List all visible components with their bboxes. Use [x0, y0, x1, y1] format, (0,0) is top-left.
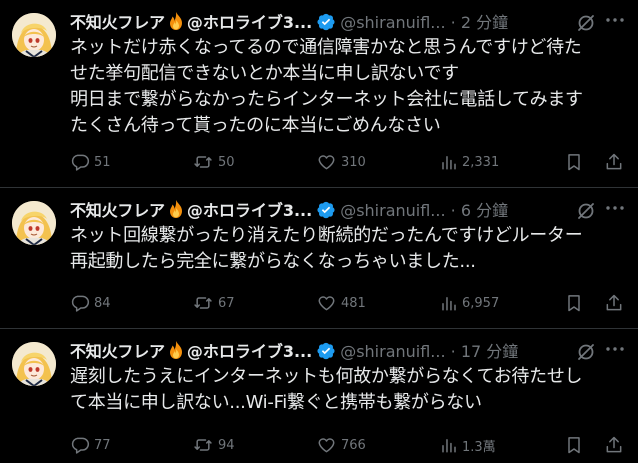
repost-button[interactable]: 94: [192, 433, 235, 457]
tweet-header: 不知火フレア @ホロライブ3... @shiranuifl... · 17 分鐘: [70, 340, 518, 362]
views-icon: [442, 439, 456, 453]
avatar[interactable]: [12, 13, 56, 57]
view-count: 6,957: [462, 295, 500, 311]
more-icon[interactable]: [602, 338, 632, 360]
reply-count: 84: [94, 295, 111, 311]
tweet-header: 不知火フレア @ホロライブ3... @shiranuifl... · 6 分鐘: [70, 199, 508, 221]
repost-count: 67: [218, 295, 235, 311]
tweet-text-line: 再起動したら完全に繋がらなくなっちゃいました...: [70, 251, 476, 272]
views-button[interactable]: 6,957: [440, 291, 499, 315]
timestamp[interactable]: · 17 分鐘: [451, 342, 519, 361]
share-button[interactable]: [604, 433, 624, 457]
username[interactable]: @shiranuifl...: [340, 342, 445, 361]
like-count: 766: [341, 437, 366, 453]
tweet-text-line: せた挙句配信できないとか本当に申し訳ないです: [70, 63, 459, 84]
tweet-text-line: て本当に申し訳ない...Wi-Fi繋ぐと携帯も繋がらない: [70, 392, 482, 413]
views-icon: [442, 156, 456, 170]
reply-icon: [71, 154, 90, 171]
like-icon: [318, 296, 335, 311]
repost-count: 94: [218, 437, 235, 453]
tweet-text: ネットだけ赤くなってるので通信障害かなと思うんですけど待た せた挙句配信できないと…: [70, 35, 632, 139]
repost-icon: [194, 297, 212, 309]
reply-button[interactable]: 84: [70, 291, 111, 315]
tweet-actions: 51 50 310 2,331: [70, 150, 626, 174]
more-icon[interactable]: [602, 9, 632, 31]
tweet-header: 不知火フレア @ホロライブ3... @shiranuifl... · 2 分鐘: [70, 11, 508, 33]
tweet-1[interactable]: 不知火フレア @ホロライブ3... @shiranuifl... · 2 分鐘 ネッ…: [0, 0, 638, 187]
fire-emoji: [166, 11, 186, 37]
tweet-text: ネット回線繋がったり消えたり断続的だったんですけどルーター 再起動したら完全に繋が…: [70, 223, 632, 275]
share-icon: [606, 294, 622, 311]
timestamp[interactable]: · 6 分鐘: [451, 201, 508, 220]
repost-count: 50: [218, 154, 235, 170]
display-name[interactable]: 不知火フレア: [70, 13, 165, 32]
reply-button[interactable]: 51: [70, 150, 111, 174]
share-button[interactable]: [604, 291, 624, 315]
display-name-suffix[interactable]: @ホロライブ3...: [187, 342, 312, 361]
tweet-actions: 77 94 766 1.3萬: [70, 433, 626, 457]
tweet-actions: 84 67 481 6,957: [70, 291, 626, 315]
grok-icon[interactable]: [576, 201, 596, 225]
more-icon[interactable]: [602, 197, 632, 219]
bookmark-icon: [568, 295, 580, 312]
like-count: 310: [341, 154, 366, 170]
like-count: 481: [341, 295, 366, 311]
avatar[interactable]: [12, 342, 56, 386]
repost-button[interactable]: 50: [192, 150, 235, 174]
views-button[interactable]: 1.3萬: [440, 433, 496, 457]
repost-icon: [194, 156, 212, 168]
like-icon: [318, 438, 335, 453]
view-count: 1.3萬: [462, 439, 496, 455]
tweet-text-line: 明日まで繋がらなかったらインターネット会社に電話してみます: [70, 89, 583, 110]
grok-icon[interactable]: [576, 13, 596, 37]
reply-count: 51: [94, 154, 111, 170]
display-name-suffix[interactable]: @ホロライブ3...: [187, 13, 312, 32]
fire-emoji: [166, 199, 186, 225]
tweet-text: 遅刻したうえにインターネットも何故か繋がらなくてお待たせし て本当に申し訳ない..…: [70, 364, 632, 416]
bookmark-button[interactable]: [564, 150, 584, 174]
like-button[interactable]: 310: [316, 150, 366, 174]
view-count: 2,331: [462, 154, 500, 170]
views-icon: [442, 297, 456, 311]
bookmark-button[interactable]: [564, 433, 584, 457]
bookmark-button[interactable]: [564, 291, 584, 315]
display-name[interactable]: 不知火フレア: [70, 342, 165, 361]
share-icon: [606, 153, 622, 170]
repost-icon: [194, 439, 212, 451]
like-button[interactable]: 481: [316, 291, 366, 315]
bookmark-icon: [568, 154, 580, 171]
fire-emoji: [166, 340, 186, 366]
avatar[interactable]: [12, 201, 56, 245]
tweet-text-line: ネット回線繋がったり消えたり断続的だったんですけどルーター: [70, 225, 583, 246]
username[interactable]: @shiranuifl...: [340, 201, 445, 220]
share-icon: [606, 436, 622, 453]
timestamp[interactable]: · 2 分鐘: [451, 13, 508, 32]
tweet-text-line: 遅刻したうえにインターネットも何故か繋がらなくてお待たせし: [70, 366, 583, 387]
tweet-2[interactable]: 不知火フレア @ホロライブ3... @shiranuifl... · 6 分鐘 ネッ…: [0, 188, 638, 328]
tweet-text-line: ネットだけ赤くなってるので通信障害かなと思うんですけど待た: [70, 37, 582, 58]
like-button[interactable]: 766: [316, 433, 366, 457]
reply-count: 77: [94, 437, 111, 453]
timeline: 不知火フレア @ホロライブ3... @shiranuifl... · 2 分鐘 ネッ…: [0, 0, 638, 463]
tweet-3[interactable]: 不知火フレア @ホロライブ3... @shiranuifl... · 17 分鐘 遅…: [0, 329, 638, 463]
reply-button[interactable]: 77: [70, 433, 111, 457]
grok-icon[interactable]: [576, 342, 596, 366]
repost-button[interactable]: 67: [192, 291, 235, 315]
reply-icon: [71, 295, 90, 312]
reply-icon: [71, 437, 90, 454]
display-name[interactable]: 不知火フレア: [70, 201, 165, 220]
display-name-suffix[interactable]: @ホロライブ3...: [187, 201, 312, 220]
bookmark-icon: [568, 437, 580, 454]
views-button[interactable]: 2,331: [440, 150, 499, 174]
tweet-text-line: たくさん待って貰ったのに本当にごめんなさい: [70, 115, 441, 136]
share-button[interactable]: [604, 150, 624, 174]
like-icon: [318, 155, 335, 170]
username[interactable]: @shiranuifl...: [340, 13, 445, 32]
